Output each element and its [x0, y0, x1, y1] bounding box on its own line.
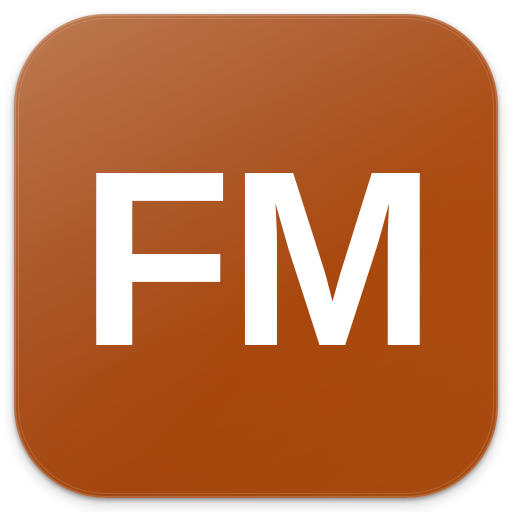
fm-app-icon[interactable]: FM — [14, 14, 498, 498]
icon-canvas: FM — [0, 0, 512, 512]
icon-monogram: FM — [79, 119, 437, 398]
